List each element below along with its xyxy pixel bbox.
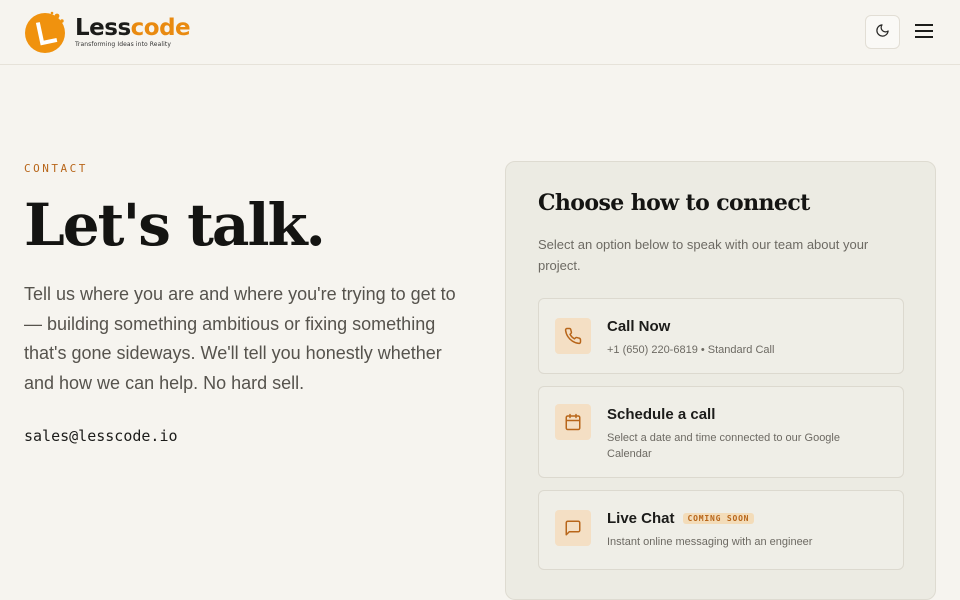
option-title: Live Chat COMING SOON xyxy=(607,510,755,527)
logo-text: Lesscode Transforming Ideas into Reality xyxy=(75,15,191,48)
call-now-option[interactable]: Call Now +1 (650) 220-6819 • Standard Ca… xyxy=(538,298,904,374)
logo-wordmark-code: code xyxy=(130,15,191,41)
logo-wordmark-less: Less xyxy=(75,15,131,41)
chat-icon xyxy=(555,510,591,546)
live-chat-option[interactable]: Live Chat COMING SOON Instant online mess… xyxy=(538,490,904,570)
schedule-call-option[interactable]: Schedule a call Select a date and time c… xyxy=(538,386,904,478)
intro-paragraph: Tell us where you are and where you're t… xyxy=(24,284,456,393)
lesscode-logo-icon xyxy=(24,10,68,54)
page-title: Let's talk. xyxy=(24,191,326,259)
calendar-icon xyxy=(555,404,591,440)
section-eyebrow: CONTACT xyxy=(24,162,88,175)
logo-wordmark: Lesscode xyxy=(75,15,191,41)
option-description: Instant online messaging with an enginee… xyxy=(607,536,813,548)
phone-icon xyxy=(555,318,591,354)
site-header: Lesscode Transforming Ideas into Reality xyxy=(0,0,960,65)
sales-email-link[interactable]: sales@lesscode.io xyxy=(24,427,178,445)
connect-options-panel: Choose how to connect Select an option b… xyxy=(505,161,936,600)
moon-icon xyxy=(875,23,890,41)
panel-title: Choose how to connect xyxy=(538,190,810,216)
menu-button[interactable] xyxy=(912,20,936,44)
logo-tagline: Transforming Ideas into Reality xyxy=(75,41,172,48)
option-title-text: Live Chat xyxy=(607,510,675,527)
theme-toggle-button[interactable] xyxy=(865,15,900,49)
option-description: Select a date and time connected to our … xyxy=(607,432,840,460)
panel-subtitle: Select an option below to speak with our… xyxy=(538,237,869,273)
logo-link[interactable]: Lesscode Transforming Ideas into Reality xyxy=(24,10,191,54)
hamburger-menu-icon xyxy=(914,23,934,42)
option-title: Schedule a call xyxy=(607,406,716,423)
coming-soon-badge: COMING SOON xyxy=(682,513,755,524)
option-description: +1 (650) 220-6819 • Standard Call xyxy=(607,344,775,356)
option-title: Call Now xyxy=(607,318,671,335)
